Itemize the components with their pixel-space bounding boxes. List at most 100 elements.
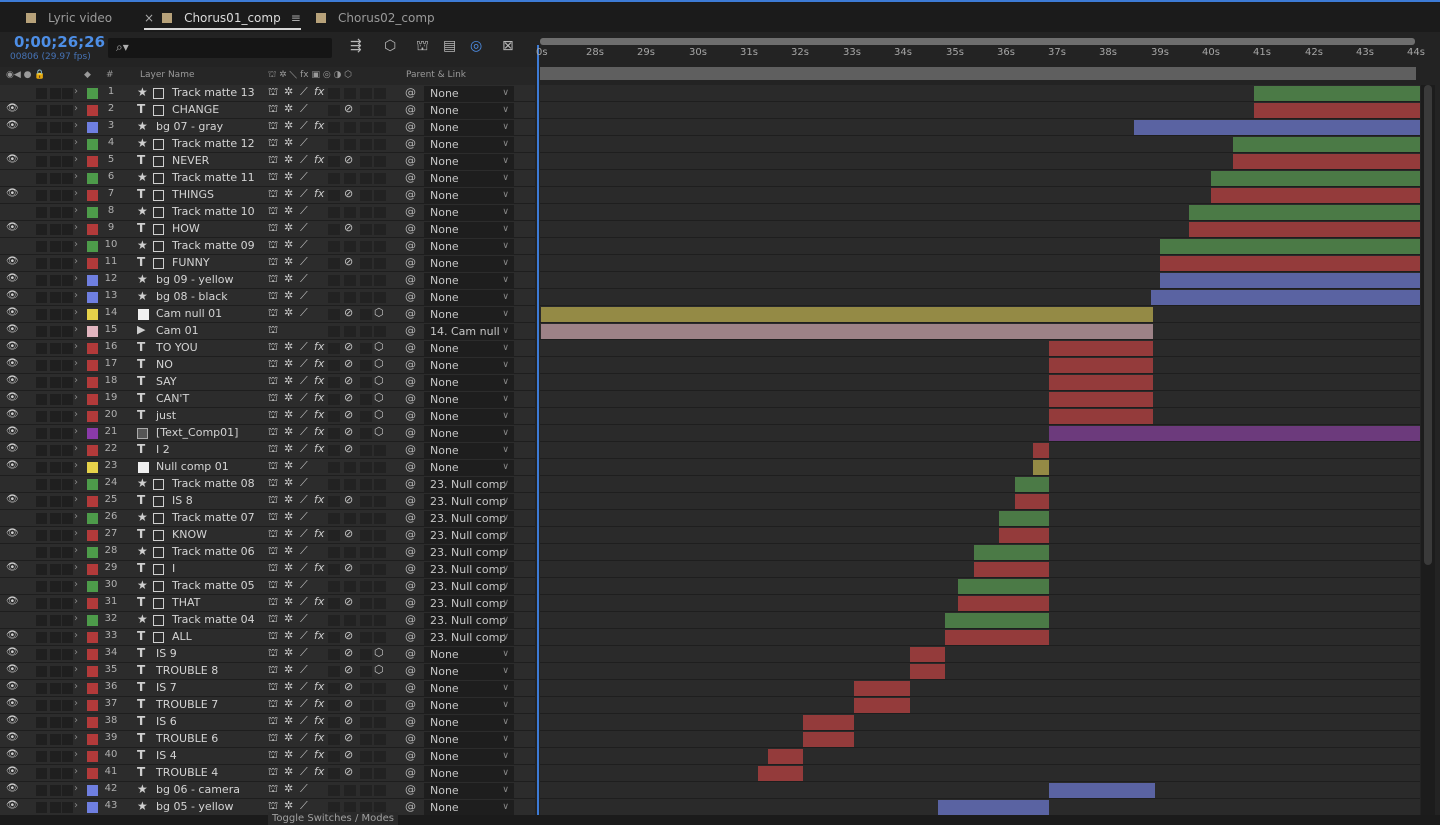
layer-name[interactable]: Cam null 01 bbox=[156, 307, 222, 320]
3d-layer-switch[interactable] bbox=[374, 445, 386, 456]
layer-duration-bar[interactable] bbox=[854, 681, 910, 696]
layer-duration-bar[interactable] bbox=[1049, 392, 1153, 407]
lock-toggle[interactable] bbox=[62, 394, 73, 405]
collapse-switch-icon[interactable]: ✲ bbox=[284, 119, 293, 132]
solo-toggle[interactable] bbox=[50, 564, 61, 575]
eye-icon[interactable]: 👁 bbox=[6, 528, 19, 539]
shy-switch-icon[interactable]: ⛫ bbox=[268, 459, 278, 474]
motion-blur-switch-icon[interactable]: ⊘ bbox=[344, 561, 353, 574]
pick-whip-icon[interactable]: @ bbox=[405, 443, 416, 456]
solo-toggle[interactable] bbox=[50, 598, 61, 609]
audio-toggle[interactable] bbox=[36, 105, 47, 116]
adjustment-switch[interactable] bbox=[360, 445, 372, 456]
3d-layer-switch-icon[interactable]: ⬡ bbox=[374, 391, 384, 404]
frame-blend-switch[interactable] bbox=[328, 445, 340, 456]
audio-toggle[interactable] bbox=[36, 564, 47, 575]
adjustment-switch[interactable] bbox=[360, 377, 372, 388]
layer-duration-bar[interactable] bbox=[1049, 358, 1153, 373]
motion-blur-switch-icon[interactable]: ⊘ bbox=[344, 102, 353, 115]
layer-duration-bar[interactable] bbox=[1049, 409, 1153, 424]
fx-switch-icon[interactable]: fx bbox=[314, 765, 324, 778]
layer-row[interactable]: 👁 › 38 T IS 6 ⛫ ✲ ⟋ fx ⊘ @ None ∨ bbox=[0, 714, 535, 731]
layer-name[interactable]: [Text_Comp01] bbox=[156, 426, 238, 439]
solo-toggle[interactable] bbox=[50, 530, 61, 541]
parent-dropdown[interactable]: 23. Null comp ∨ bbox=[424, 545, 514, 560]
twirl-chevron-icon[interactable]: › bbox=[74, 154, 78, 165]
twirl-chevron-icon[interactable]: › bbox=[74, 392, 78, 403]
motion-blur-switch-icon[interactable]: ⊘ bbox=[344, 731, 353, 744]
layer-duration-bar[interactable] bbox=[1049, 375, 1153, 390]
twirl-chevron-icon[interactable]: › bbox=[74, 375, 78, 386]
lock-toggle[interactable] bbox=[62, 479, 73, 490]
collapse-switch-icon[interactable]: ✲ bbox=[284, 255, 293, 268]
layer-duration-bar[interactable] bbox=[1015, 494, 1049, 509]
audio-toggle[interactable] bbox=[36, 700, 47, 711]
solo-toggle[interactable] bbox=[50, 751, 61, 762]
frame-blend-switch[interactable] bbox=[328, 581, 340, 592]
layer-duration-bar[interactable] bbox=[1254, 103, 1420, 118]
quality-switch-icon[interactable]: ⟋ bbox=[300, 578, 308, 592]
shy-switch-icon[interactable]: ⛫ bbox=[268, 187, 278, 202]
adjustment-switch[interactable] bbox=[360, 462, 372, 473]
comp-mini-flowchart-icon[interactable]: ⇶ bbox=[350, 38, 362, 54]
audio-toggle[interactable] bbox=[36, 496, 47, 507]
pick-whip-icon[interactable]: @ bbox=[405, 715, 416, 728]
3d-layer-switch[interactable] bbox=[374, 479, 386, 490]
frame-blend-switch[interactable] bbox=[328, 105, 340, 116]
shy-switch-icon[interactable]: ⛫ bbox=[268, 306, 278, 321]
solo-toggle[interactable] bbox=[50, 411, 61, 422]
adjustment-switch[interactable] bbox=[360, 173, 372, 184]
layer-name[interactable]: bg 05 - yellow bbox=[156, 800, 234, 813]
shy-switch-icon[interactable]: ⛫ bbox=[268, 765, 278, 780]
lock-toggle[interactable] bbox=[62, 275, 73, 286]
frame-blend-switch[interactable] bbox=[328, 632, 340, 643]
layer-row[interactable]: 👁 › 39 T TROUBLE 6 ⛫ ✲ ⟋ fx ⊘ @ None ∨ bbox=[0, 731, 535, 748]
eye-icon[interactable]: 👁 bbox=[6, 562, 19, 573]
motion-blur-switch[interactable] bbox=[344, 326, 356, 337]
shy-switch-icon[interactable]: ⛫ bbox=[268, 493, 278, 508]
work-area-bar[interactable] bbox=[540, 38, 1415, 45]
audio-toggle[interactable] bbox=[36, 241, 47, 252]
parent-dropdown[interactable]: None ∨ bbox=[424, 188, 514, 203]
twirl-chevron-icon[interactable]: › bbox=[74, 460, 78, 471]
frame-blend-switch[interactable] bbox=[328, 666, 340, 677]
audio-toggle[interactable] bbox=[36, 802, 47, 813]
eye-icon[interactable]: 👁 bbox=[6, 120, 19, 131]
audio-toggle[interactable] bbox=[36, 751, 47, 762]
pick-whip-icon[interactable]: @ bbox=[405, 222, 416, 235]
motion-blur-switch[interactable] bbox=[344, 275, 356, 286]
layer-row[interactable]: 👁 › 22 T I 2 ⛫ ✲ ⟋ fx ⊘ @ None ∨ bbox=[0, 442, 535, 459]
layer-row[interactable]: 👁 › 17 T NO ⛫ ✲ ⟋ fx ⊘ ⬡ @ None ∨ bbox=[0, 357, 535, 374]
layer-duration-bar[interactable] bbox=[910, 664, 945, 679]
layer-duration-bar[interactable] bbox=[1049, 783, 1155, 798]
eye-icon[interactable]: 👁 bbox=[6, 103, 19, 114]
parent-dropdown[interactable]: None ∨ bbox=[424, 205, 514, 220]
3d-layer-switch[interactable] bbox=[374, 88, 386, 99]
pick-whip-icon[interactable]: @ bbox=[405, 749, 416, 762]
3d-layer-switch[interactable] bbox=[374, 768, 386, 779]
motion-blur-switch[interactable] bbox=[344, 88, 356, 99]
audio-toggle[interactable] bbox=[36, 547, 47, 558]
quality-switch-icon[interactable]: ⟋ bbox=[300, 187, 308, 201]
layer-name[interactable]: THAT bbox=[172, 596, 200, 609]
time-navigator[interactable] bbox=[540, 67, 1416, 80]
audio-toggle[interactable] bbox=[36, 530, 47, 541]
label-color-swatch[interactable] bbox=[87, 105, 98, 116]
eye-icon[interactable]: 👁 bbox=[6, 392, 19, 403]
pick-whip-icon[interactable]: @ bbox=[405, 205, 416, 218]
layer-name[interactable]: bg 06 - camera bbox=[156, 783, 240, 796]
collapse-switch-icon[interactable]: ✲ bbox=[284, 595, 293, 608]
eye-icon[interactable]: 👁 bbox=[6, 715, 19, 726]
fx-switch-icon[interactable]: fx bbox=[314, 408, 324, 421]
eye-icon[interactable]: 👁 bbox=[6, 273, 19, 284]
frame-blend-switch[interactable] bbox=[328, 173, 340, 184]
layer-duration-bar[interactable] bbox=[803, 732, 854, 747]
label-color-swatch[interactable] bbox=[87, 258, 98, 269]
twirl-chevron-icon[interactable]: › bbox=[74, 630, 78, 641]
quality-switch-icon[interactable]: ⟋ bbox=[300, 510, 308, 524]
solo-toggle[interactable] bbox=[50, 139, 61, 150]
layer-name[interactable]: KNOW bbox=[172, 528, 207, 541]
audio-toggle[interactable] bbox=[36, 139, 47, 150]
twirl-chevron-icon[interactable]: › bbox=[74, 613, 78, 624]
eye-icon[interactable]: 👁 bbox=[6, 766, 19, 777]
